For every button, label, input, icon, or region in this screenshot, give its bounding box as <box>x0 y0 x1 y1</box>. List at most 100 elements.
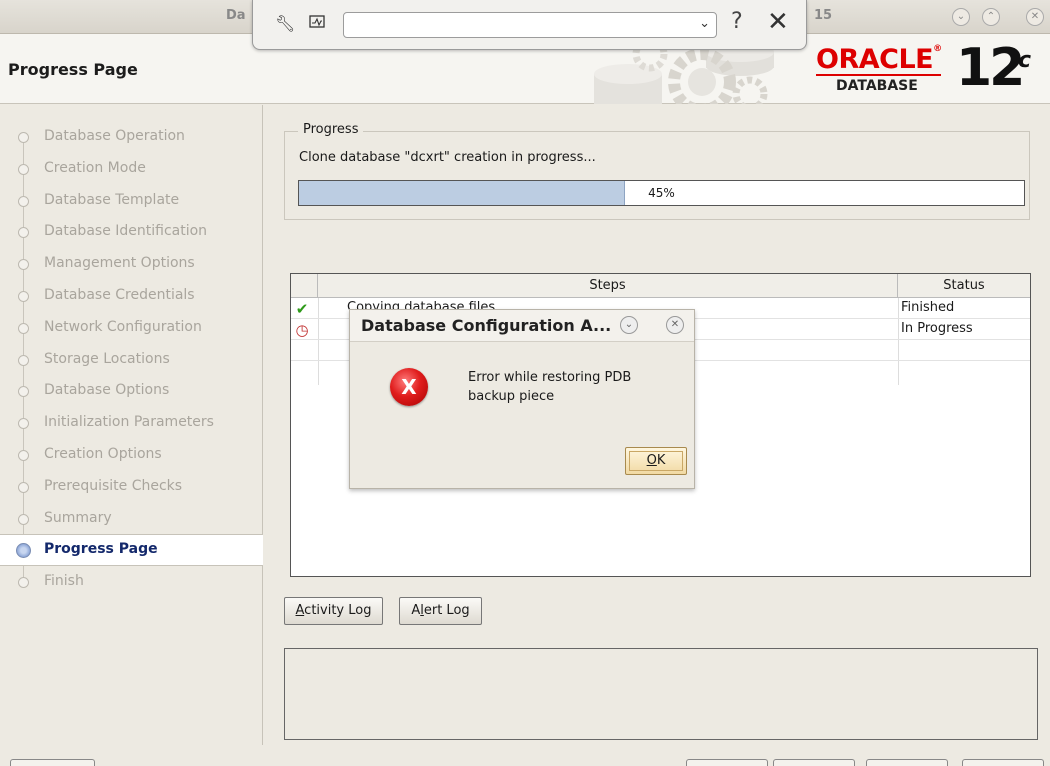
dialog-message: Error while restoring PDB backup piece <box>468 370 632 404</box>
step-marker-icon <box>18 386 29 398</box>
check-icon: ✔ <box>295 300 309 318</box>
details-text-area[interactable] <box>284 648 1038 740</box>
step-marker-icon <box>18 291 29 302</box>
sidebar-item-database-credentials[interactable]: Database Credentials <box>0 281 263 311</box>
alert-log-prefix: A <box>411 603 421 618</box>
table-header-status[interactable]: Status <box>898 274 1030 298</box>
progress-legend: Progress <box>298 122 364 137</box>
help-footer-button[interactable] <box>10 759 95 766</box>
wizard-footer <box>0 745 1050 766</box>
progress-group <box>284 131 1030 220</box>
sidebar-item-label: Database Options <box>44 382 170 399</box>
sidebar-item-label: Storage Locations <box>44 350 170 367</box>
oracle-version-number: 12 <box>956 38 1025 98</box>
progress-bar: 45% <box>298 180 1025 206</box>
sidebar-item-label: Network Configuration <box>44 318 202 335</box>
sidebar-item-database-options[interactable]: Database Options <box>0 376 263 406</box>
step-status: Finished <box>901 300 955 315</box>
sidebar-item-management-options[interactable]: Management Options <box>0 249 263 279</box>
sidebar-item-prerequisite-checks[interactable]: Prerequisite Checks <box>0 472 263 502</box>
window-title-left: Da <box>226 8 246 23</box>
dialog-close-icon[interactable]: ✕ <box>666 316 684 334</box>
sidebar-item-progress-page[interactable]: Progress Page <box>0 534 263 567</box>
dialog-title: Database Configuration A... <box>361 316 612 335</box>
sidebar-item-label: Initialization Parameters <box>44 414 214 431</box>
cancel-footer-button[interactable] <box>962 759 1044 766</box>
step-marker-icon <box>18 577 29 589</box>
sidebar-item-label: Progress Page <box>44 541 158 558</box>
sidebar-item-label: Finish <box>44 573 84 590</box>
clock-icon: ◷ <box>295 321 309 339</box>
empty-icon-cell <box>293 342 311 360</box>
step-marker-icon <box>18 132 29 143</box>
sidebar-item-label: Database Template <box>44 191 180 208</box>
wrench-icon[interactable]: 🔧︎ <box>275 14 295 34</box>
steps-sidebar: Database Operation Creation Mode Database … <box>0 105 263 745</box>
sidebar-item-database-identification[interactable]: Database Identification <box>0 217 263 247</box>
dbca-window: Da 15 ⌄ ⌃ ✕ Progress Page ORACLE® DATABA… <box>0 0 1050 766</box>
error-dialog: Database Configuration A... ⌄ ✕ X Error … <box>349 309 695 489</box>
back-footer-button[interactable] <box>686 759 768 766</box>
ok-focus-ring <box>629 451 683 471</box>
sidebar-item-storage-locations[interactable]: Storage Locations <box>0 345 263 375</box>
step-marker-icon <box>18 227 29 239</box>
toolbar-close-button[interactable]: ✕ <box>767 7 789 37</box>
sidebar-item-database-template[interactable]: Database Template <box>0 186 263 216</box>
step-marker-icon <box>18 195 29 207</box>
step-marker-icon <box>18 322 29 334</box>
sidebar-item-creation-mode[interactable]: Creation Mode <box>0 154 263 184</box>
progress-percent: 45% <box>648 186 675 200</box>
oracle-database-label: DATABASE <box>836 78 918 94</box>
dialog-titlebar[interactable]: Database Configuration A... ⌄ ✕ <box>350 310 694 342</box>
activity-log-button[interactable]: Activity Log <box>284 597 383 625</box>
sidebar-item-label: Database Credentials <box>44 287 195 303</box>
maximize-icon[interactable]: ⌃ <box>982 8 1000 26</box>
sidebar-item-label: Prerequisite Checks <box>44 477 183 494</box>
table-header-steps[interactable]: Steps <box>318 274 898 298</box>
chevron-down-icon[interactable]: ⌄ <box>699 16 710 31</box>
sidebar-item-label: Summary <box>44 509 112 526</box>
step-marker-icon <box>18 163 29 175</box>
step-status: In Progress <box>901 321 973 336</box>
error-icon: X <box>390 368 428 406</box>
step-marker-icon <box>18 450 29 461</box>
oracle-version-suffix: c <box>1018 48 1032 73</box>
step-marker-icon <box>18 418 29 430</box>
sidebar-item-label: Database Identification <box>44 223 208 240</box>
sidebar-item-initialization-parameters[interactable]: Initialization Parameters <box>0 408 263 438</box>
sidebar-item-summary[interactable]: Summary <box>0 504 263 534</box>
finish-footer-button[interactable] <box>866 759 948 766</box>
step-marker-icon <box>18 354 29 366</box>
ok-button[interactable]: OK <box>625 447 687 475</box>
activity-log-mnemonic: A <box>295 603 305 618</box>
oracle-logo-underline <box>816 74 941 76</box>
alert-log-button[interactable]: Alert Log <box>399 597 482 625</box>
sidebar-item-creation-options[interactable]: Creation Options <box>0 440 263 470</box>
monitor-icon[interactable] <box>307 14 327 34</box>
progress-message: Clone database "dcxrt" creation in progr… <box>299 150 596 165</box>
window-title-right: 15 <box>814 8 833 23</box>
sidebar-item-label: Management Options <box>44 255 195 272</box>
step-marker-icon <box>18 481 29 493</box>
sidebar-item-finish[interactable]: Finish <box>0 567 263 597</box>
step-marker-icon <box>16 543 31 559</box>
page-title: Progress Page <box>8 60 138 79</box>
floating-toolbar: 🔧︎ ⌄ ? ✕ <box>252 0 807 50</box>
sidebar-item-database-operation[interactable]: Database Operation <box>0 122 263 152</box>
sidebar-item-label: Creation Options <box>44 446 162 462</box>
step-marker-icon <box>18 259 29 271</box>
dialog-minimize-icon[interactable]: ⌄ <box>620 316 638 334</box>
oracle-logo: ORACLE® <box>816 44 942 75</box>
minimize-icon[interactable]: ⌄ <box>952 8 970 26</box>
toolbar-combo-box[interactable]: ⌄ <box>343 12 717 38</box>
table-header-icon <box>291 274 318 298</box>
sidebar-item-label: Database Operation <box>44 128 185 144</box>
step-marker-icon <box>18 513 29 525</box>
sidebar-item-network-configuration[interactable]: Network Configuration <box>0 313 263 343</box>
help-button[interactable]: ? <box>731 9 743 34</box>
next-footer-button[interactable] <box>773 759 855 766</box>
alert-log-label: ert Log <box>423 603 470 618</box>
close-window-icon[interactable]: ✕ <box>1026 8 1044 26</box>
activity-log-label: ctivity Log <box>304 603 372 618</box>
sidebar-item-label: Creation Mode <box>44 159 146 176</box>
